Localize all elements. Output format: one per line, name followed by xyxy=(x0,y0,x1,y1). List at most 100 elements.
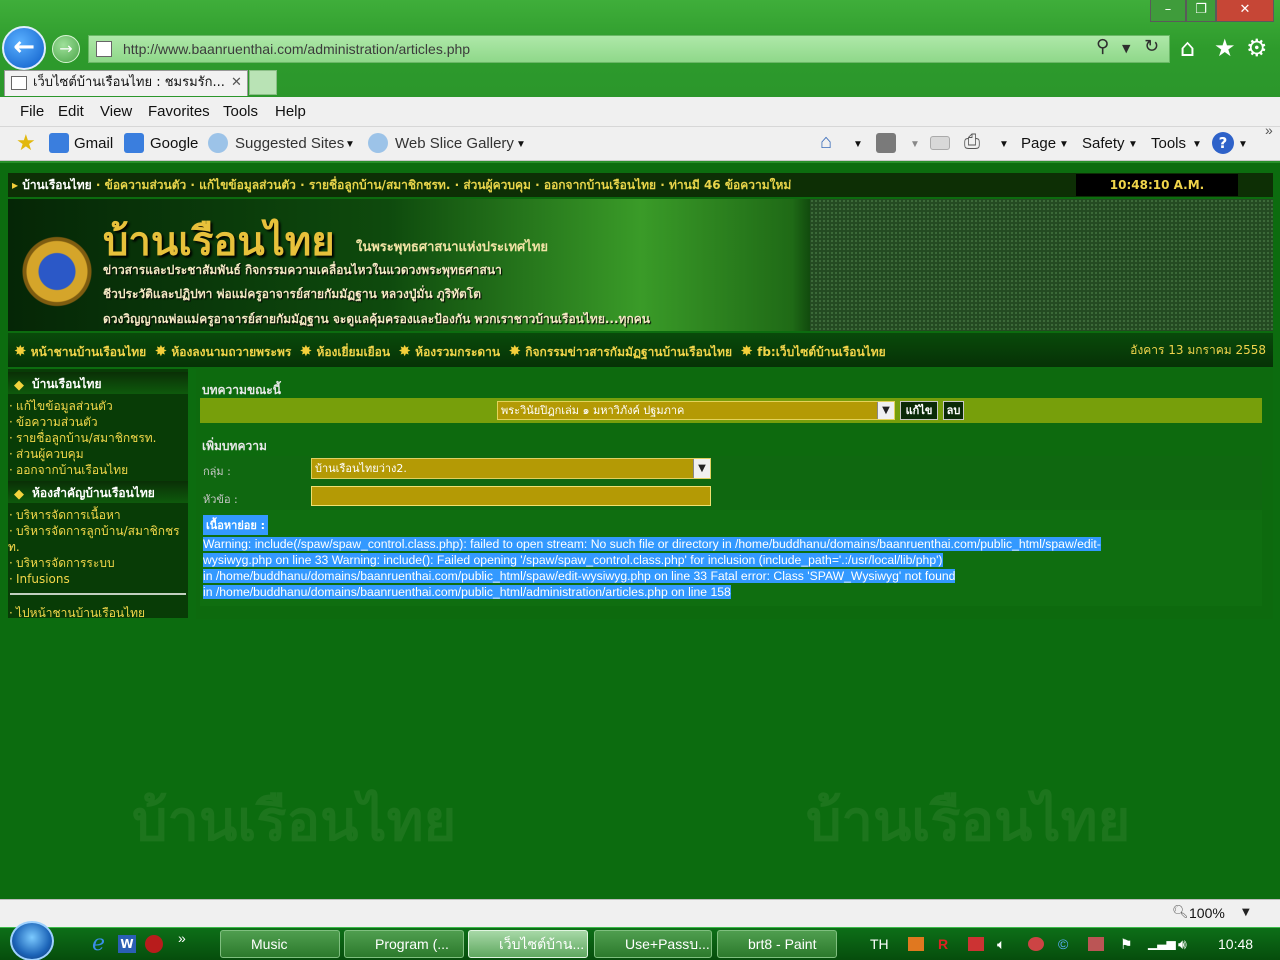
menu-file[interactable]: File xyxy=(20,103,44,120)
sidebar-item-logout[interactable]: ออกจากบ้านเรือนไทย xyxy=(8,462,188,478)
delete-button[interactable]: ลบ xyxy=(943,401,964,420)
sidebar-item-manage-members[interactable]: บริหารจัดการลูกบ้าน/สมาชิกชร xyxy=(8,523,188,539)
back-button[interactable]: ← xyxy=(2,26,46,70)
minimize-button[interactable]: – xyxy=(1150,0,1186,22)
sidebar-item-edit-profile[interactable]: แก้ไขข้อมูลส่วนตัว xyxy=(8,398,188,414)
taskbar-clock[interactable]: 10:48 xyxy=(1218,936,1253,952)
chevron-down-icon[interactable]: ▼ xyxy=(1059,139,1069,150)
fav-google[interactable]: Google xyxy=(150,135,198,152)
search-dropdown-icon[interactable]: ▼ xyxy=(1122,42,1130,55)
taskbar-button-browser[interactable]: เว็บไซต์บ้าน... xyxy=(468,930,588,958)
chevron-down-icon[interactable]: ▼ xyxy=(910,139,920,150)
nav-activities[interactable]: กิจกรรมข่าวสารกัมมัฏฐานบ้านเรือนไทย xyxy=(525,345,732,359)
home-icon[interactable]: ⌂ xyxy=(820,131,832,154)
sidebar-item-content[interactable]: บริหารจัดการเนื้อหา xyxy=(8,507,188,523)
print-icon[interactable]: ⎙ xyxy=(964,131,980,154)
chevron-down-icon[interactable]: ▼ xyxy=(1242,907,1250,918)
restore-button[interactable]: ❐ xyxy=(1186,0,1216,22)
close-tab-icon[interactable]: ✕ xyxy=(231,71,242,95)
cmd-tools[interactable]: Tools xyxy=(1151,135,1186,152)
chevron-down-icon[interactable]: ▼ xyxy=(1128,139,1138,150)
ie-icon[interactable]: ℯ xyxy=(92,931,105,956)
menu-favorites[interactable]: Favorites xyxy=(148,103,210,120)
cmd-safety[interactable]: Safety xyxy=(1082,135,1125,152)
nav-visit[interactable]: ห้องเยี่ยมเยือน xyxy=(316,345,390,359)
new-tab-button[interactable] xyxy=(249,70,277,95)
fav-web-slice-gallery[interactable]: Web Slice Gallery xyxy=(395,135,514,152)
taskbar-button-program[interactable]: Program (... xyxy=(344,930,464,958)
chevron-down-icon[interactable]: ▼ xyxy=(853,139,863,150)
refresh-icon[interactable]: ↻ xyxy=(1144,36,1159,57)
taskbar-button-word[interactable]: Use+Passบ... xyxy=(594,930,712,958)
search-icon[interactable]: ⚲ xyxy=(1096,36,1109,57)
menu-view[interactable]: View xyxy=(100,103,132,120)
word-icon[interactable]: W xyxy=(118,935,136,953)
home-icon[interactable]: ⌂ xyxy=(1180,34,1195,62)
chevron-down-icon[interactable]: ▼ xyxy=(1192,139,1202,150)
address-bar[interactable]: http://www.baanruenthai.com/administrati… xyxy=(88,35,1170,63)
sidebar-item-system[interactable]: บริหารจัดการระบบ xyxy=(8,555,188,571)
nav-signing[interactable]: ห้องลงนามถวายพระพร xyxy=(171,345,291,359)
tray-app-icon[interactable] xyxy=(1088,937,1104,951)
tray-r-icon[interactable]: R xyxy=(938,936,948,952)
top-link-edit-profile[interactable]: แก้ไขข้อมูลส่วนตัว xyxy=(199,178,296,192)
sidebar-item-admin[interactable]: ส่วนผู้ควบคุม xyxy=(8,446,188,462)
network-signal-icon[interactable]: ▁▃▅ xyxy=(1148,936,1176,950)
start-button[interactable] xyxy=(10,921,54,960)
language-indicator[interactable]: TH xyxy=(870,936,889,952)
favorites-star-icon[interactable]: ★ xyxy=(1214,34,1236,62)
sidebar-item-messages[interactable]: ข้อความส่วนตัว xyxy=(8,414,188,430)
taskbar-button-paint[interactable]: brt8 - Paint xyxy=(717,930,837,958)
help-icon[interactable]: ? xyxy=(1212,132,1234,154)
current-article-select[interactable]: พระวินัยปิฎกเล่ม ๑ มหาวิภังค์ ปฐมภาค ▼ xyxy=(497,401,895,420)
rss-feed-icon[interactable] xyxy=(876,133,896,153)
chevron-down-icon[interactable]: ▼ xyxy=(516,139,526,150)
app-icon[interactable] xyxy=(145,935,163,953)
tray-speaker-icon[interactable]: 🔈︎ xyxy=(997,936,1005,953)
sidebar-item-infusions[interactable]: Infusions xyxy=(8,571,188,587)
top-link-members[interactable]: รายชื่อลูกบ้าน/สมาชิกชรท. xyxy=(309,178,451,192)
star-icon: ✸ xyxy=(398,342,411,360)
nav-boards[interactable]: ห้องรวมกระดาน xyxy=(415,345,500,359)
chevron-down-icon[interactable]: ▼ xyxy=(877,402,894,419)
nav-home[interactable]: หน้าชานบ้านเรือนไทย xyxy=(31,345,146,359)
tray-shield-icon[interactable] xyxy=(968,937,984,951)
top-link-admin[interactable]: ส่วนผู้ควบคุม xyxy=(463,178,531,192)
menu-edit[interactable]: Edit xyxy=(58,103,84,120)
chevron-down-icon[interactable]: ▼ xyxy=(693,459,710,478)
mail-icon[interactable] xyxy=(930,136,950,150)
sidebar-item-manage-members-wrap[interactable]: ท. xyxy=(8,539,188,555)
tray-c-icon[interactable]: © xyxy=(1058,936,1068,952)
top-link-new-messages[interactable]: ท่านมี 46 ข้อความใหม่ xyxy=(669,178,791,192)
top-link-logout[interactable]: ออกจากบ้านเรือนไทย xyxy=(544,178,656,192)
tray-app-icon[interactable] xyxy=(1028,937,1044,951)
fav-suggested-sites[interactable]: Suggested Sites xyxy=(235,135,344,152)
favorites-star-icon[interactable]: ★ xyxy=(16,131,36,156)
volume-icon[interactable]: 🔊︎ xyxy=(1178,936,1187,953)
overflow-chevron-icon[interactable]: » xyxy=(178,930,186,946)
nav-facebook[interactable]: fb:เว็บไซต์บ้านเรือนไทย xyxy=(757,345,886,359)
overflow-chevron-icon[interactable]: » xyxy=(1265,122,1273,138)
browser-tab[interactable]: เว็บไซต์บ้านเรือนไทย : ชมรมรัก... ✕ xyxy=(4,70,248,96)
menu-help[interactable]: Help xyxy=(275,103,306,120)
chevron-down-icon[interactable]: ▼ xyxy=(1238,139,1248,150)
zoom-level[interactable]: 100% xyxy=(1189,905,1225,921)
chevron-down-icon[interactable]: ▼ xyxy=(345,139,355,150)
group-select[interactable]: บ้านเรือนไทยว่าง2. ▼ xyxy=(311,458,711,479)
tray-app-icon[interactable] xyxy=(908,937,924,951)
action-center-flag-icon[interactable]: ⚑ xyxy=(1120,936,1133,953)
chevron-down-icon[interactable]: ▼ xyxy=(999,139,1009,150)
sidebar-item-front-page[interactable]: ไปหน้าชานบ้านเรือนไทย xyxy=(8,605,188,621)
menu-tools[interactable]: Tools xyxy=(223,103,258,120)
sidebar-item-members[interactable]: รายชื่อลูกบ้าน/สมาชิกชรท. xyxy=(8,430,188,446)
taskbar-button-music[interactable]: Music xyxy=(220,930,340,958)
gear-icon[interactable]: ⚙ xyxy=(1246,34,1268,62)
forward-button[interactable]: → xyxy=(52,35,80,63)
cmd-page[interactable]: Page xyxy=(1021,135,1056,152)
close-window-button[interactable]: ✕ xyxy=(1216,0,1274,22)
fav-gmail[interactable]: Gmail xyxy=(74,135,113,152)
top-link-messages[interactable]: ข้อความส่วนตัว xyxy=(105,178,187,192)
top-link-home[interactable]: บ้านเรือนไทย xyxy=(22,178,92,192)
title-input[interactable] xyxy=(311,486,711,506)
edit-button[interactable]: แก้ไข xyxy=(900,401,938,420)
